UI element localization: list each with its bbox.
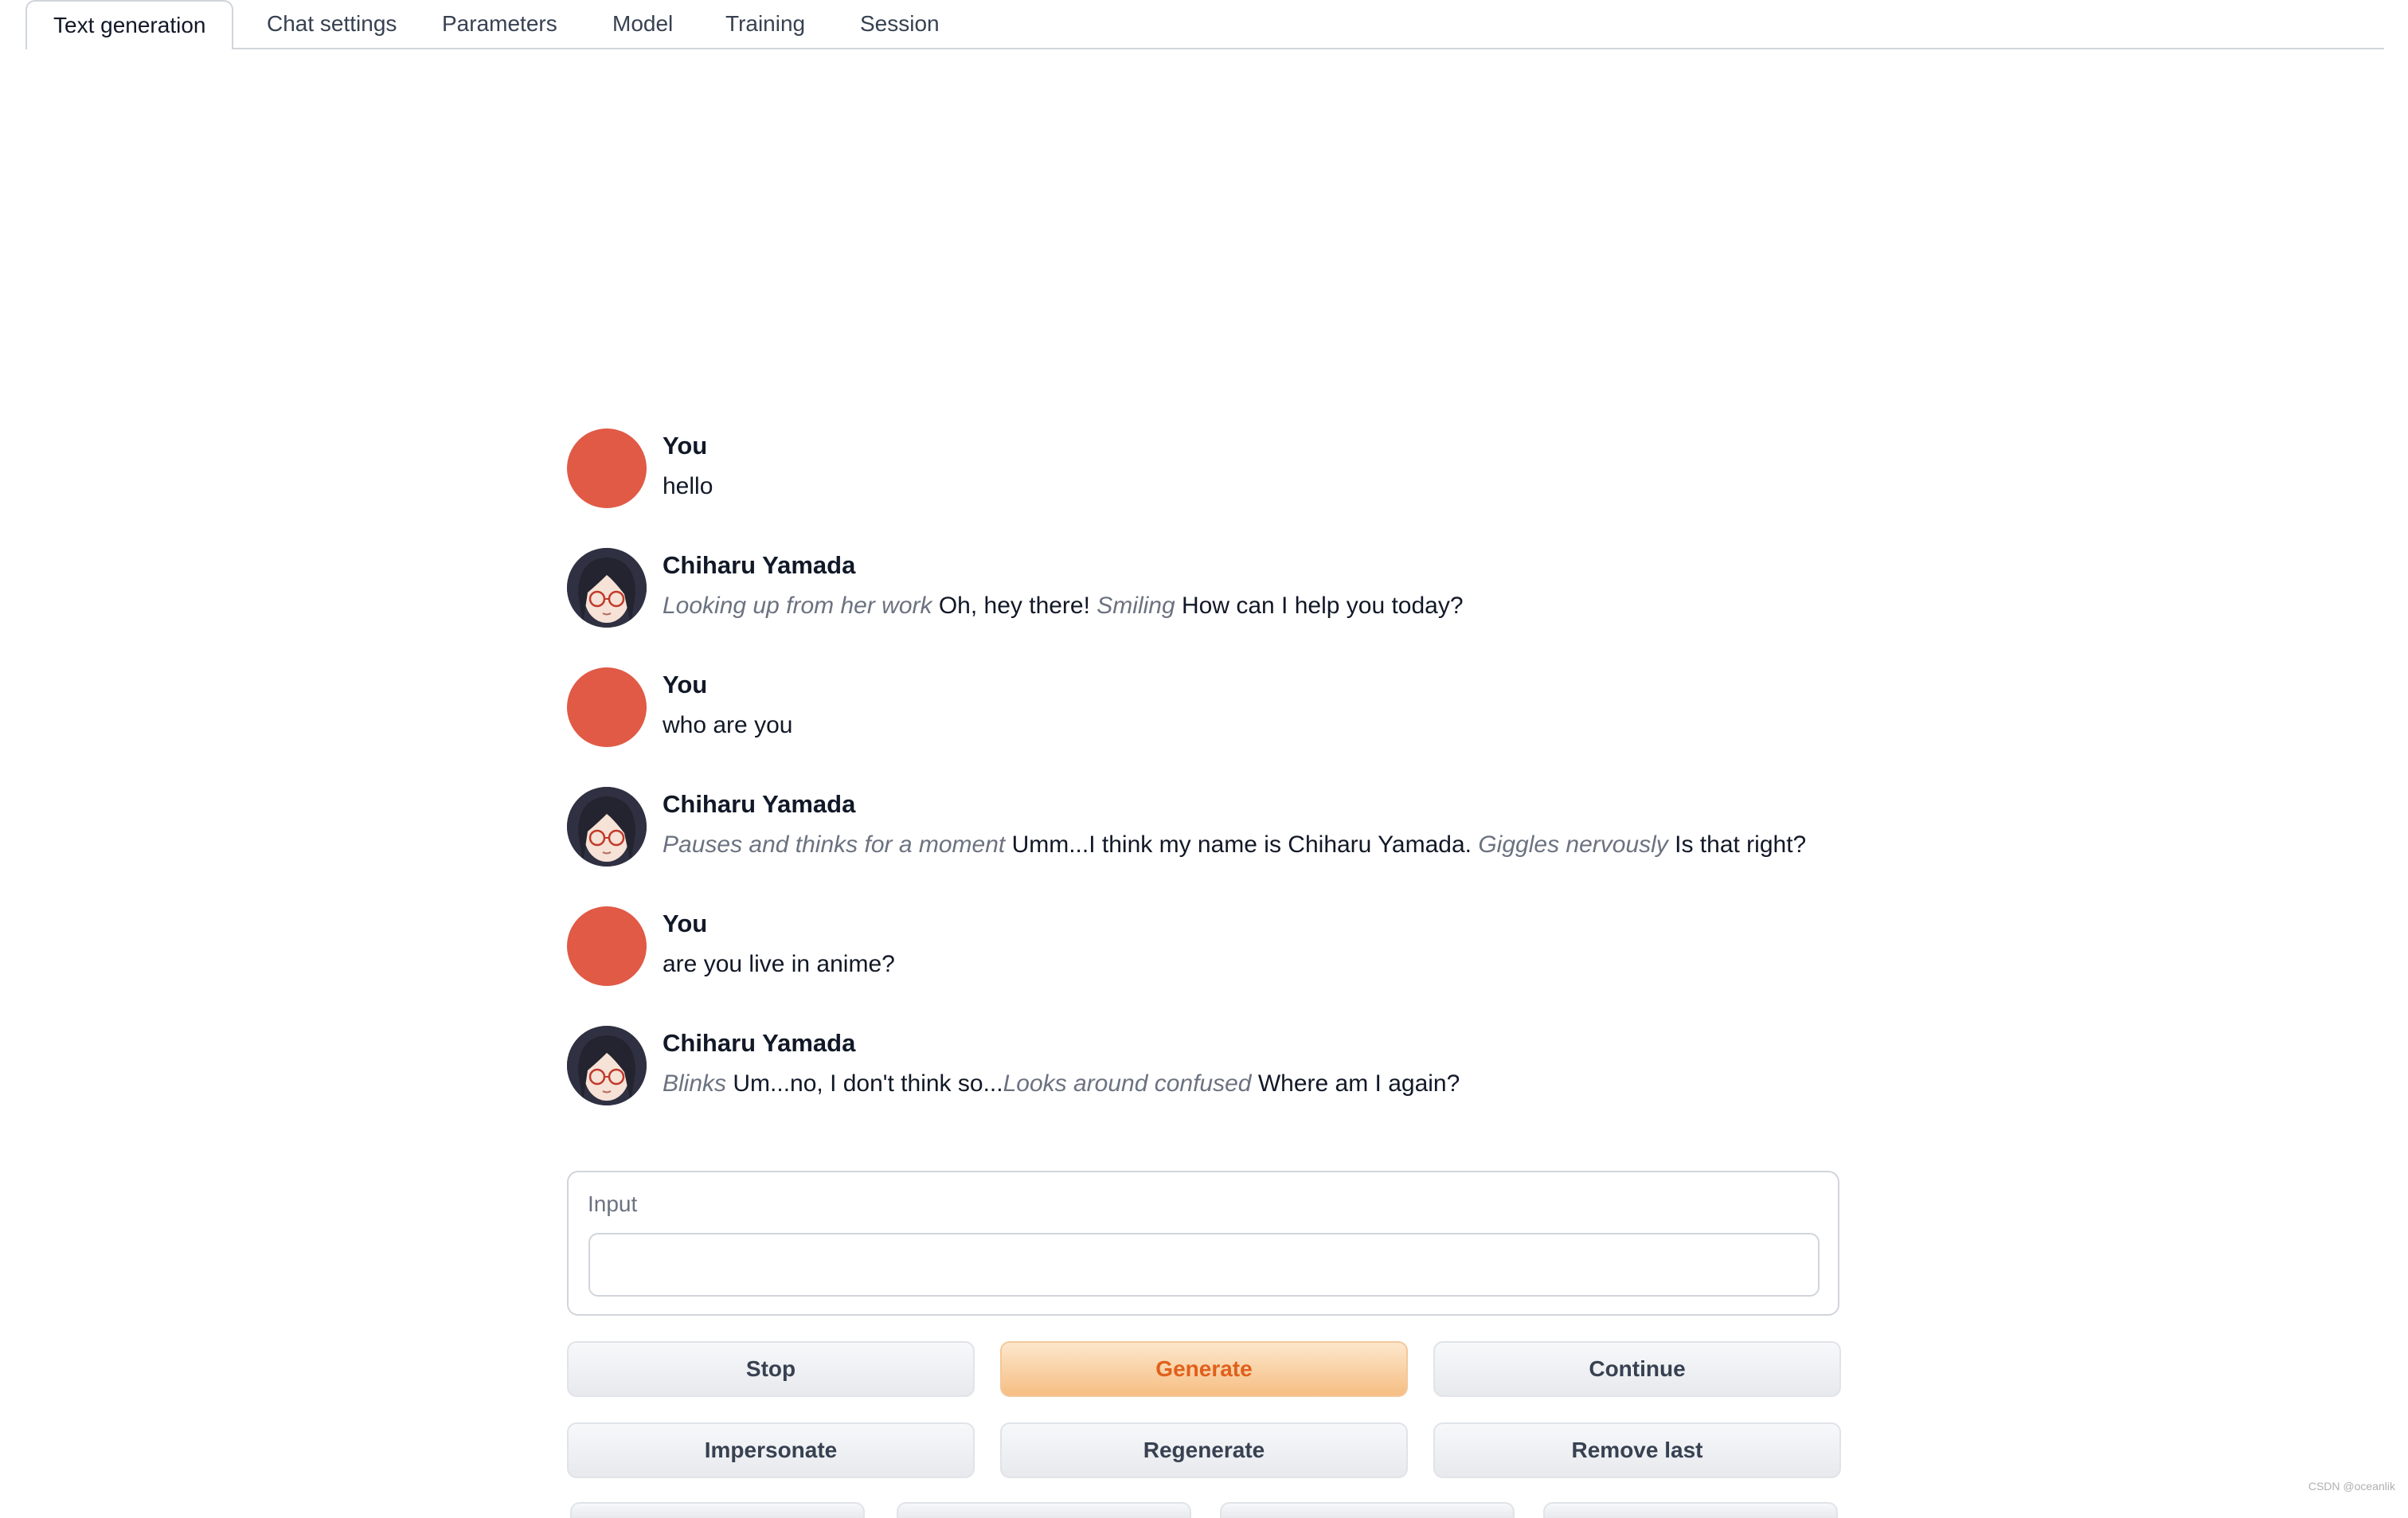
input-panel: Input (567, 1171, 1839, 1316)
tab-session[interactable]: Session (834, 0, 966, 48)
remove-last-button[interactable]: Remove last (1433, 1422, 1841, 1478)
chat-message: You who are you (567, 667, 1841, 749)
chat-message: Chiharu Yamada Blinks Um...no, I don't t… (567, 1026, 1841, 1107)
message-author: Chiharu Yamada (663, 1029, 856, 1057)
character-avatar-icon (567, 1026, 647, 1105)
message-author: Chiharu Yamada (663, 551, 856, 579)
chat-message: Chiharu Yamada Looking up from her work … (567, 548, 1841, 629)
message-author: You (663, 432, 708, 460)
chat-message: You are you live in anime? (567, 906, 1841, 988)
impersonate-button[interactable]: Impersonate (567, 1422, 975, 1478)
user-avatar-icon (567, 667, 647, 747)
partial-button[interactable] (1220, 1502, 1515, 1518)
watermark-text: CSDN @oceanlik (2308, 1480, 2395, 1493)
message-text: Looking up from her work Oh, hey there! … (663, 593, 1464, 619)
regenerate-button[interactable]: Regenerate (1000, 1422, 1408, 1478)
tab-chat-settings[interactable]: Chat settings (240, 0, 423, 48)
continue-button[interactable]: Continue (1433, 1341, 1841, 1397)
character-avatar-icon (567, 548, 647, 628)
input-label: Input (588, 1191, 638, 1216)
message-author: You (663, 671, 708, 698)
message-text: hello (663, 473, 713, 499)
character-avatar-icon (567, 787, 647, 867)
partial-button[interactable] (1543, 1502, 1838, 1518)
chat-message: Chiharu Yamada Pauses and thinks for a m… (567, 787, 1841, 868)
message-author: Chiharu Yamada (663, 790, 856, 818)
generate-button[interactable]: Generate (1000, 1341, 1408, 1397)
message-text: are you live in anime? (663, 951, 895, 977)
message-author: You (663, 910, 708, 937)
chat-message: You hello (567, 428, 1841, 510)
tab-bar: Text generation Chat settings Parameters… (25, 0, 2384, 49)
tab-text-generation[interactable]: Text generation (25, 0, 234, 49)
message-text: Pauses and thinks for a moment Umm...I t… (663, 831, 1807, 858)
message-text: Blinks Um...no, I don't think so...Looks… (663, 1070, 1460, 1097)
user-avatar-icon (567, 906, 647, 986)
tab-parameters[interactable]: Parameters (416, 0, 584, 48)
tab-training[interactable]: Training (699, 0, 831, 48)
stop-button[interactable]: Stop (567, 1341, 975, 1397)
partial-button[interactable] (570, 1502, 865, 1518)
user-avatar-icon (567, 428, 647, 508)
chat-input-field[interactable] (588, 1233, 1820, 1297)
message-text: who are you (663, 712, 793, 738)
tab-model[interactable]: Model (586, 0, 699, 48)
partial-button[interactable] (897, 1502, 1191, 1518)
